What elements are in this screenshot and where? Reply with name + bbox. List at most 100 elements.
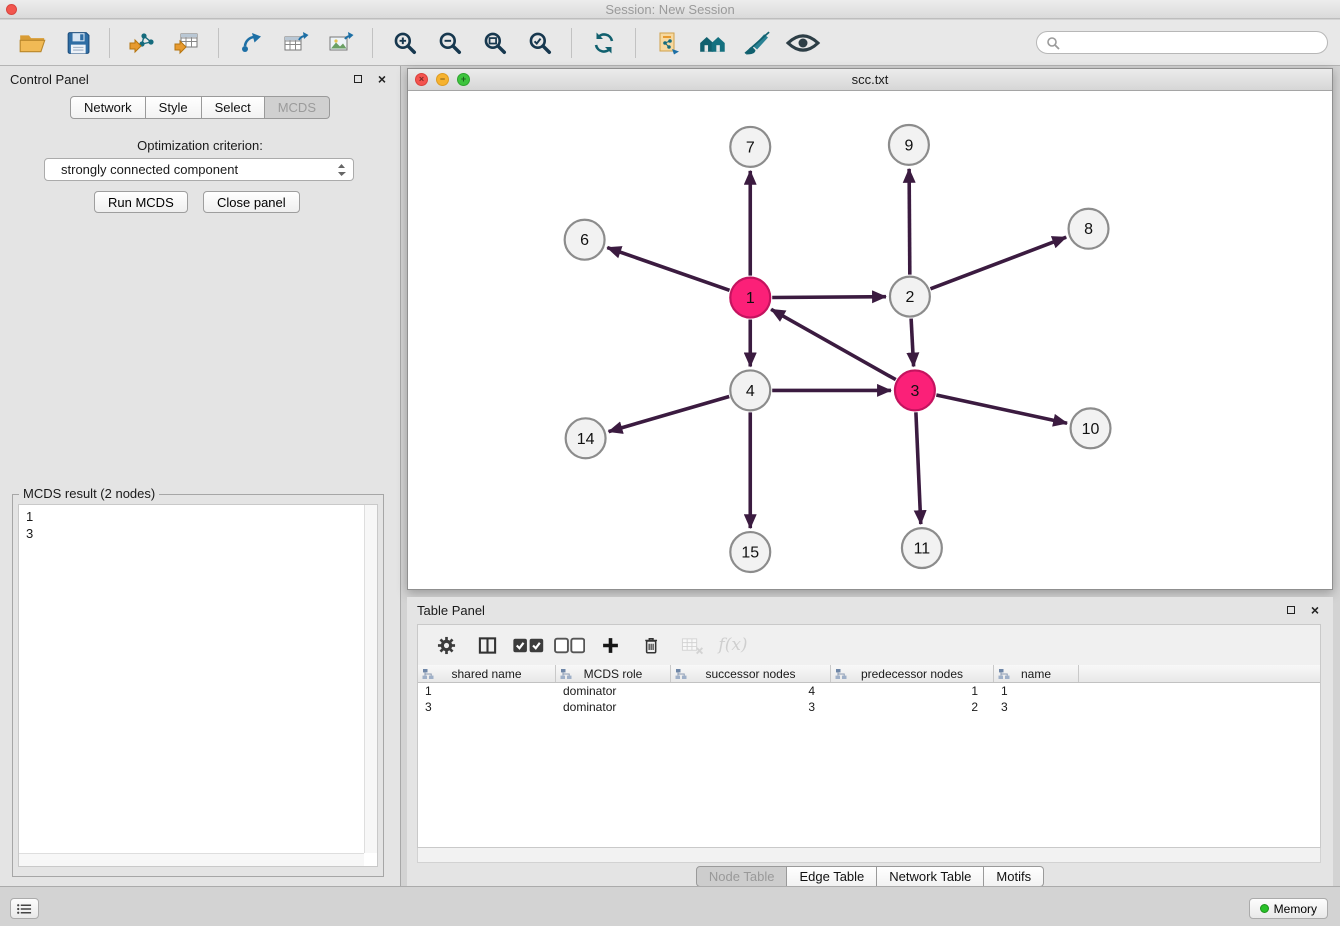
zoom-in-icon [393,31,417,55]
graph-node-2[interactable]: 2 [890,277,930,317]
table-row[interactable]: 1dominator411 [418,683,1320,699]
tab-style[interactable]: Style [146,96,202,119]
delete-table-button[interactable] [678,630,706,660]
search-box[interactable] [1036,31,1328,54]
close-control-panel-button[interactable]: × [374,71,390,87]
import-table-button[interactable] [166,24,207,62]
network-canvas-svg[interactable]: 7 9 6 8 1 2 4 3 14 10 15 11 [408,91,1332,590]
graph-node-15[interactable]: 15 [730,532,770,572]
zoom-in-button[interactable] [384,24,425,62]
svg-text:11: 11 [914,541,931,558]
tab-select[interactable]: Select [202,96,265,119]
graph-node-4[interactable]: 4 [730,370,770,410]
tab-mcds[interactable]: MCDS [265,96,330,119]
save-button[interactable] [57,24,98,62]
graph-node-8[interactable]: 8 [1069,209,1109,249]
column-header-predecessor-nodes[interactable]: predecessor nodes [831,665,994,682]
column-header-successor-nodes[interactable]: successor nodes [671,665,831,682]
column-header-mcds-role[interactable]: MCDS role [556,665,671,682]
mcds-result-box[interactable]: 13 [18,504,378,867]
edge-1-2[interactable] [772,297,886,298]
tab-node-table[interactable]: Node Table [696,866,788,887]
svg-text:6: 6 [580,232,589,249]
open-folder-button[interactable] [12,24,53,62]
add-row-button[interactable] [596,630,624,660]
save-icon [66,31,90,55]
edge-2-8[interactable] [930,237,1066,289]
tab-edge-table[interactable]: Edge Table [787,866,877,887]
network-overview-button[interactable] [692,24,733,62]
network-window: × − + scc.txt 7 9 6 8 1 2 4 3 14 10 15 11 [407,68,1333,590]
vertical-scrollbar[interactable] [364,505,377,853]
column-label: successor nodes [705,667,795,681]
zoom-selected-button[interactable] [519,24,560,62]
table-row[interactable]: 3dominator323 [418,699,1320,715]
select-all-button[interactable] [514,630,542,660]
window-close-icon[interactable] [6,4,17,15]
edge-2-3[interactable] [911,319,913,367]
table-panel-header: Table Panel × [407,597,1333,623]
apply-layout-button[interactable] [583,24,624,62]
column-sort-icon [835,668,847,680]
close-table-panel-button[interactable]: × [1307,602,1323,618]
column-sort-icon [422,668,434,680]
optimization-dropdown[interactable]: strongly connected component [44,158,354,181]
toolbar-separator [109,28,110,58]
import-network-button[interactable] [121,24,162,62]
gear-button[interactable] [432,630,460,660]
control-panel-header: Control Panel × [0,66,400,92]
export-image-button[interactable] [320,24,361,62]
search-input[interactable] [1065,34,1318,51]
close-network-window-icon[interactable]: × [415,73,428,86]
network-window-titlebar[interactable]: × − + scc.txt [408,69,1332,91]
main-toolbar [0,20,1340,66]
edge-2-9[interactable] [909,169,910,275]
table-cell: 3 [671,700,831,714]
graph-node-6[interactable]: 6 [565,220,605,260]
graph-node-10[interactable]: 10 [1071,408,1111,448]
clone-network-icon [656,31,680,55]
graph-node-11[interactable]: 11 [902,528,942,568]
horizontal-scrollbar[interactable] [19,853,364,866]
edge-3-11[interactable] [916,412,921,524]
export-table-button[interactable] [275,24,316,62]
zoom-network-window-icon[interactable]: + [457,73,470,86]
tab-motifs[interactable]: Motifs [984,866,1044,887]
control-panel-tabs: NetworkStyleSelectMCDS [0,96,400,119]
float-table-panel-button[interactable] [1283,602,1299,618]
edge-4-14[interactable] [609,396,730,431]
edge-3-10[interactable] [936,395,1067,423]
column-header-shared-name[interactable]: shared name [418,665,556,682]
memory-button[interactable]: Memory [1249,898,1328,919]
memory-status-icon [1260,904,1269,913]
split-view-button[interactable] [473,630,501,660]
column-header-name[interactable]: name [994,665,1079,682]
tab-network-table[interactable]: Network Table [877,866,984,887]
edge-1-6[interactable] [607,248,729,291]
table-horizontal-scrollbar[interactable] [417,848,1321,863]
tab-network[interactable]: Network [70,96,146,119]
float-panel-button[interactable] [350,71,366,87]
close-panel-action-button[interactable]: Close panel [203,191,300,213]
fx-button[interactable]: f(x) [719,630,747,660]
deselect-all-button[interactable] [555,630,583,660]
column-label: predecessor nodes [861,667,963,681]
delete-row-button[interactable] [637,630,665,660]
window-titlebar: Session: New Session [0,0,1340,19]
style-paint-button[interactable] [737,24,778,62]
table-body: 1dominator4113dominator323 [418,683,1320,715]
run-mcds-button[interactable]: Run MCDS [94,191,188,213]
graph-node-1[interactable]: 1 [730,278,770,318]
zoom-out-button[interactable] [429,24,470,62]
graph-node-7[interactable]: 7 [730,127,770,167]
clone-network-button[interactable] [647,24,688,62]
task-list-button[interactable] [10,898,39,919]
graph-node-14[interactable]: 14 [566,418,606,458]
graph-node-3[interactable]: 3 [895,370,935,410]
eye-button[interactable] [782,24,823,62]
edge-3-1[interactable] [771,309,896,379]
graph-node-9[interactable]: 9 [889,125,929,165]
export-network-button[interactable] [230,24,271,62]
zoom-fit-button[interactable] [474,24,515,62]
minimize-network-window-icon[interactable]: − [436,73,449,86]
